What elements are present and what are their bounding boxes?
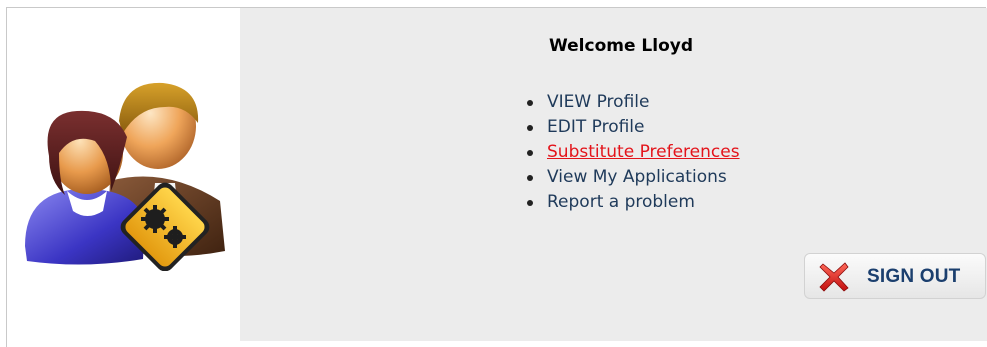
sign-out-label: SIGN OUT <box>867 266 961 287</box>
list-item: VIEW Profile <box>523 90 740 115</box>
list-item: EDIT Profile <box>523 115 740 140</box>
view-profile-link[interactable]: VIEW Profile <box>547 92 649 112</box>
sign-out-button[interactable]: SIGN OUT <box>804 253 986 299</box>
welcome-user-name: Lloyd <box>641 36 694 56</box>
welcome-heading: Welcome Lloyd <box>240 36 987 56</box>
account-links-list: VIEW Profile EDIT Profile Substitute Pre… <box>523 90 740 215</box>
avatar-panel <box>7 8 240 341</box>
account-panel: Welcome Lloyd VIEW Profile EDIT Profile … <box>6 7 987 347</box>
view-my-applications-link[interactable]: View My Applications <box>547 167 727 187</box>
users-settings-icon <box>25 82 225 271</box>
substitute-preferences-link[interactable]: Substitute Preferences <box>547 142 740 162</box>
list-item: Substitute Preferences <box>523 140 740 165</box>
edit-profile-link[interactable]: EDIT Profile <box>547 117 645 137</box>
list-item: View My Applications <box>523 165 740 190</box>
report-a-problem-link[interactable]: Report a problem <box>547 192 695 212</box>
account-menu-panel: Welcome Lloyd VIEW Profile EDIT Profile … <box>240 8 987 341</box>
welcome-prefix: Welcome <box>548 36 636 56</box>
red-x-icon <box>819 262 849 292</box>
list-item: Report a problem <box>523 190 740 215</box>
